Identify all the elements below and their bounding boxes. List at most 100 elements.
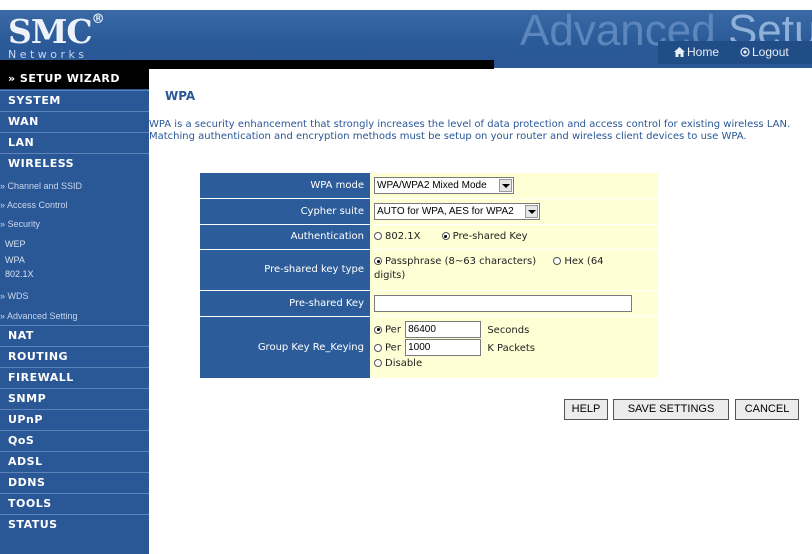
sidebar-item-snmp[interactable]: SNMP <box>0 388 149 408</box>
sidebar-item-label: QoS <box>8 434 35 447</box>
sidebar-item-nat[interactable]: NAT <box>0 325 149 345</box>
chevron-down-icon <box>525 205 538 218</box>
psk-hex-label-continued: digits) <box>374 270 406 281</box>
sidebar-item-ddns[interactable]: DDNS <box>0 472 149 492</box>
main-content: WPA WPA is a security enhancement that s… <box>149 69 812 554</box>
wpa-mode-cell: WPA/WPA2 Mixed Mode <box>370 173 658 198</box>
wpa-mode-select[interactable]: WPA/WPA2 Mixed Mode <box>374 177 514 194</box>
sidebar-subitem-security[interactable]: » Security <box>0 219 40 229</box>
gk-packets-unit: K Packets <box>487 342 535 354</box>
sidebar-item-label: SNMP <box>8 392 47 405</box>
gk-seconds-unit: Seconds <box>487 324 530 336</box>
wpa-mode-row: WPA mode WPA/WPA2 Mixed Mode <box>200 173 658 199</box>
sidebar-subitem-wep[interactable]: WEP <box>5 239 26 249</box>
gk-disable-radio[interactable] <box>374 359 382 367</box>
sidebar-item-label: ROUTING <box>8 350 69 363</box>
gk-seconds-per-label: Per <box>385 324 401 336</box>
logo-brand: SMC® <box>8 12 105 51</box>
sidebar-item-label: SYSTEM <box>8 94 61 107</box>
cypher-suite-select[interactable]: AUTO for WPA, AES for WPA2 <box>374 203 540 220</box>
cypher-suite-label: Cypher suite <box>200 199 370 224</box>
sidebar-item-label: ADSL <box>8 455 43 468</box>
cancel-button[interactable]: CANCEL <box>735 399 799 420</box>
home-label: Home <box>687 45 720 59</box>
wpa-mode-label: WPA mode <box>200 173 370 198</box>
logout-link[interactable]: Logout <box>740 45 789 59</box>
cypher-suite-row: Cypher suite AUTO for WPA, AES for WPA2 <box>200 199 658 225</box>
sidebar-item-label: TOOLS <box>8 497 52 510</box>
psk-hex-radio[interactable] <box>553 257 562 265</box>
sidebar-item-wireless[interactable]: WIRELESS <box>0 153 149 173</box>
auth-8021x-radio[interactable] <box>374 232 382 240</box>
sidebar-item-label: STATUS <box>8 518 58 531</box>
sidebar-item-label: » SETUP WIZARD <box>8 72 121 85</box>
sidebar-item-setup-wizard[interactable]: » SETUP WIZARD <box>0 69 149 89</box>
page-description: WPA is a security enhancement that stron… <box>149 119 791 142</box>
group-key-packets-option: Per 1000 K Packets <box>374 339 658 357</box>
group-key-disable-option: Disable <box>374 357 658 373</box>
logout-label: Logout <box>752 45 789 59</box>
psk-hex-label: Hex (64 <box>564 256 604 267</box>
sidebar-subitem-channel-ssid[interactable]: » Channel and SSID <box>0 181 82 191</box>
psk-cell <box>370 291 658 316</box>
wpa-settings-form: WPA mode WPA/WPA2 Mixed Mode Cypher suit… <box>200 173 658 379</box>
sidebar-item-qos[interactable]: QoS <box>0 430 149 450</box>
sidebar-item-system[interactable]: SYSTEM <box>0 90 149 110</box>
psk-type-row: Pre-shared key type Passphrase (8~63 cha… <box>200 250 658 291</box>
home-link[interactable]: Home <box>674 45 719 59</box>
sidebar-item-label: NAT <box>8 329 34 342</box>
home-icon <box>674 47 685 57</box>
header: SMC® Networks Advanced Setup Home Logout <box>0 0 812 69</box>
psk-type-label: Pre-shared key type <box>200 250 370 290</box>
cypher-suite-cell: AUTO for WPA, AES for WPA2 <box>370 199 658 224</box>
sidebar-item-label: DDNS <box>8 476 46 489</box>
sidebar-item-label: UPnP <box>8 413 43 426</box>
sidebar-item-label: WIRELESS <box>8 157 75 170</box>
auth-psk-label: Pre-shared Key <box>452 231 528 242</box>
header-nav: Home Logout <box>658 41 812 64</box>
gk-seconds-input[interactable]: 86400 <box>405 321 482 338</box>
gk-disable-label: Disable <box>385 358 423 369</box>
gk-packets-input[interactable]: 1000 <box>405 339 482 356</box>
logo-registered-mark: ® <box>91 12 105 27</box>
help-button[interactable]: HELP <box>564 399 608 420</box>
gk-packets-radio[interactable] <box>374 343 382 352</box>
psk-row: Pre-shared Key <box>200 291 658 317</box>
group-key-label: Group Key Re_Keying <box>200 317 370 378</box>
logout-icon <box>740 47 750 57</box>
sidebar-item-adsl[interactable]: ADSL <box>0 451 149 471</box>
cypher-suite-selected-value: AUTO for WPA, AES for WPA2 <box>377 206 514 217</box>
sidebar-item-routing[interactable]: ROUTING <box>0 346 149 366</box>
sidebar-subitem-advanced-setting[interactable]: » Advanced Setting <box>0 311 78 321</box>
sidebar-item-wan[interactable]: WAN <box>0 111 149 131</box>
save-settings-button[interactable]: SAVE SETTINGS <box>613 399 729 420</box>
page-title: WPA <box>165 89 196 103</box>
psk-label: Pre-shared Key <box>200 291 370 316</box>
wpa-mode-selected-value: WPA/WPA2 Mixed Mode <box>377 180 487 191</box>
sidebar-item-label: FIREWALL <box>8 371 74 384</box>
group-key-cell: Per 86400 Seconds Per 1000 K Packets Dis… <box>370 317 658 378</box>
gk-seconds-radio[interactable] <box>374 325 382 334</box>
authentication-row: Authentication 802.1X Pre-shared Key <box>200 225 658 250</box>
group-key-row: Group Key Re_Keying Per 86400 Seconds Pe… <box>200 317 658 379</box>
psk-type-cell: Passphrase (8~63 characters) Hex (64 dig… <box>370 250 658 290</box>
psk-passphrase-label: Passphrase (8~63 characters) <box>385 256 537 267</box>
auth-psk-radio[interactable] <box>441 232 450 240</box>
psk-passphrase-radio[interactable] <box>374 257 382 265</box>
psk-input[interactable] <box>374 295 632 312</box>
sidebar-item-lan[interactable]: LAN <box>0 132 149 152</box>
sidebar-subitem-wds[interactable]: » WDS <box>0 291 29 301</box>
sidebar-item-status[interactable]: STATUS <box>0 514 149 534</box>
authentication-label: Authentication <box>200 225 370 249</box>
sidebar-subitem-802-1x[interactable]: 802.1X <box>5 269 34 279</box>
sidebar-item-tools[interactable]: TOOLS <box>0 493 149 513</box>
chevron-down-icon <box>499 179 512 192</box>
sidebar-item-firewall[interactable]: FIREWALL <box>0 367 149 387</box>
sidebar-subitem-wpa[interactable]: WPA <box>5 255 25 265</box>
sidebar: » SETUP WIZARD SYSTEM WAN LAN WIRELESS »… <box>0 69 149 554</box>
sidebar-item-upnp[interactable]: UPnP <box>0 409 149 429</box>
sidebar-subitem-access-control[interactable]: » Access Control <box>0 200 68 210</box>
authentication-cell: 802.1X Pre-shared Key <box>370 225 658 249</box>
group-key-seconds-option: Per 86400 Seconds <box>374 321 658 339</box>
header-divider-bar <box>0 60 494 69</box>
